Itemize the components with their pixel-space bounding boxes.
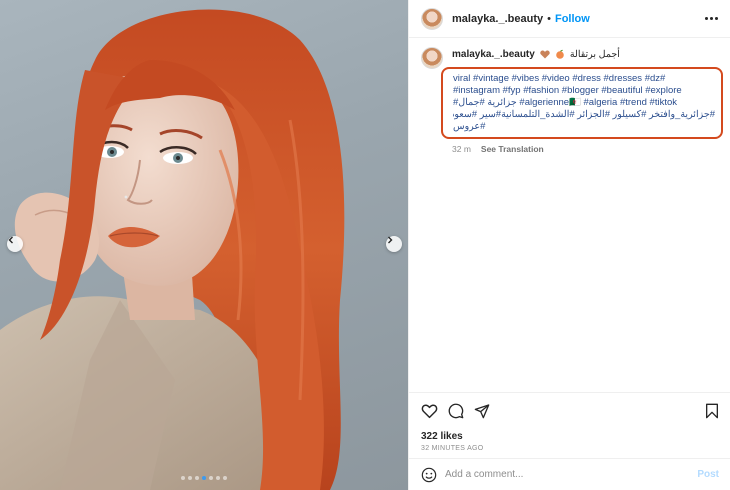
avatar[interactable] — [421, 7, 443, 30]
save-button[interactable] — [705, 403, 719, 419]
hashtag-line[interactable]: #عروس — [453, 121, 715, 133]
share-icon — [474, 404, 490, 419]
post-timestamp: 32 MINUTES AGO — [421, 445, 484, 452]
separator-dot: • — [547, 12, 551, 25]
post-photo[interactable] — [0, 0, 408, 490]
carousel-dot — [223, 476, 227, 480]
carousel-dot — [188, 476, 192, 480]
carousel-dot — [202, 476, 206, 480]
caption-first-line: malayka._.beauty أجمل برتقالة — [452, 47, 723, 61]
heart-icon — [421, 404, 438, 419]
carousel-dots — [0, 476, 408, 480]
carousel-dot — [216, 476, 220, 480]
hashtag-line[interactable]: #instagram #fyp #fashion #blogger #beaut… — [453, 85, 715, 97]
carousel-prev-button[interactable] — [7, 236, 23, 252]
chevron-left-icon — [8, 236, 13, 244]
caption: malayka._.beauty أجمل برتقالة viral #vin… — [409, 38, 730, 154]
carousel-dot — [209, 476, 213, 480]
see-translation-link[interactable]: See Translation — [481, 144, 544, 154]
hashtag-line[interactable]: #جزائرية_وافتخر #كسيلور #الجزائر #الشدة_… — [453, 109, 715, 121]
likes-count[interactable]: 322 likes — [421, 431, 719, 442]
carousel-dot — [195, 476, 199, 480]
actions-bar: 322 likes 32 MINUTES AGO — [409, 392, 730, 452]
caption-meta: 32 m See Translation — [452, 144, 723, 154]
caption-time: 32 m — [452, 144, 471, 154]
emoji-icon — [421, 467, 437, 482]
hashtag-line[interactable]: #جزائرية #جمال #algerienne🇩🇿 #algeria #t… — [453, 97, 715, 109]
comment-icon — [448, 403, 464, 419]
caption-body: malayka._.beauty أجمل برتقالة viral #vin… — [441, 47, 723, 154]
carousel-dot — [181, 476, 185, 480]
brown-heart-icon — [540, 50, 550, 58]
like-button[interactable] — [421, 403, 438, 419]
post-comment-button[interactable]: Post — [697, 469, 719, 480]
carousel-next-button[interactable] — [386, 236, 402, 252]
chevron-right-icon — [388, 236, 393, 244]
comment-bar: Post — [409, 458, 730, 490]
emoji-button[interactable] — [421, 467, 437, 483]
bookmark-icon — [706, 403, 718, 419]
comment-input[interactable] — [445, 469, 698, 480]
follow-button[interactable]: Follow — [555, 13, 590, 25]
action-icons — [421, 402, 719, 420]
caption-username[interactable]: malayka._.beauty — [452, 49, 535, 60]
hashtag-block: viral #vintage #vibes #video #dress #dre… — [441, 67, 723, 139]
more-icon[interactable] — [705, 17, 718, 20]
post-header: malayka._.beauty • Follow — [409, 0, 730, 38]
peach-icon — [556, 49, 564, 59]
header-username[interactable]: malayka._.beauty — [452, 13, 543, 25]
comment-button[interactable] — [448, 403, 464, 419]
hashtag-line[interactable]: viral #vintage #vibes #video #dress #dre… — [453, 73, 715, 85]
share-button[interactable] — [474, 403, 490, 419]
post-details-panel: malayka._.beauty • Follow malayka._.beau… — [408, 0, 730, 490]
caption-avatar[interactable] — [421, 47, 443, 69]
portrait-illustration — [0, 9, 345, 490]
caption-text: أجمل برتقالة — [569, 48, 620, 60]
